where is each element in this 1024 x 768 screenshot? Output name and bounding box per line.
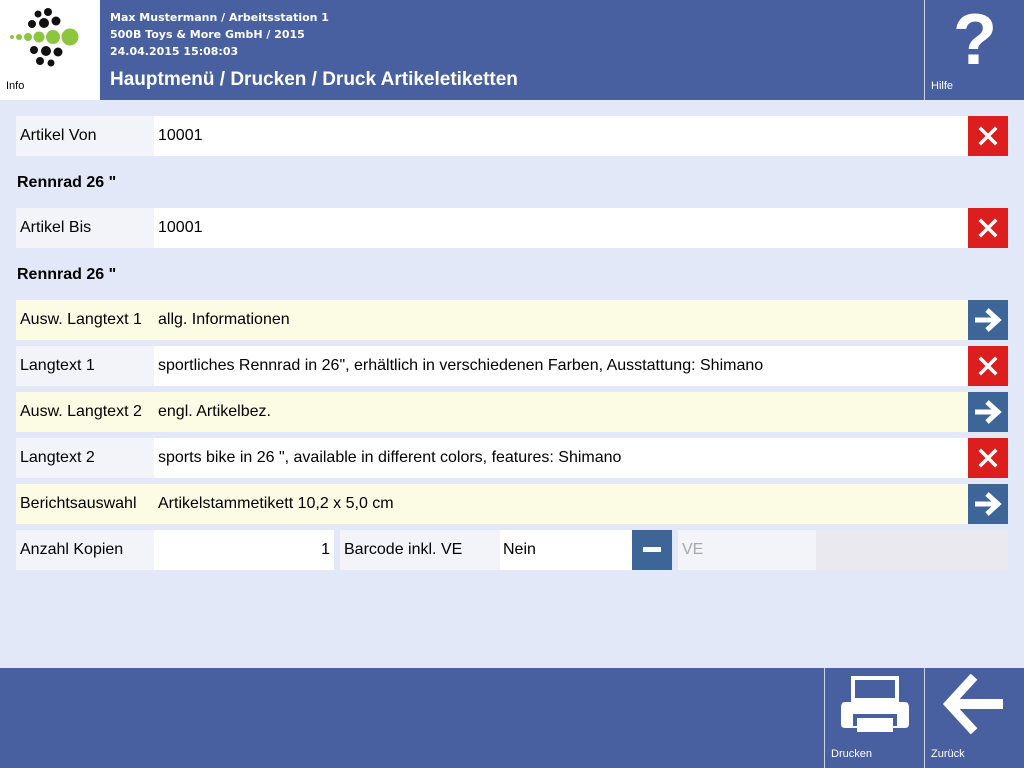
ausw-langtext-2-label: Ausw. Langtext 2 <box>16 392 154 432</box>
langtext-2-input[interactable]: sports bike in 26 ", available in differ… <box>154 438 968 478</box>
datetime-line: 24.04.2015 15:08:03 <box>110 45 239 58</box>
artikel-bis-description: Rennrad 26 " <box>17 266 117 283</box>
clear-langtext-2-button[interactable] <box>968 438 1008 478</box>
help-button[interactable]: ? Hilfe <box>924 0 1024 100</box>
barcode-toggle-button[interactable] <box>632 530 672 570</box>
ausw-langtext-1-field[interactable]: allg. Informationen <box>154 300 968 340</box>
footer-bar: Drucken Zurück <box>0 668 1024 768</box>
berichtsauswahl-label: Berichtsauswahl <box>16 484 154 524</box>
artikel-bis-label: Artikel Bis <box>16 208 154 248</box>
arrow-right-icon <box>975 400 1002 424</box>
clear-artikel-bis-button[interactable] <box>968 208 1008 248</box>
artikel-bis-input[interactable]: 10001 <box>154 208 968 248</box>
close-icon <box>978 448 998 468</box>
close-icon <box>978 356 998 376</box>
header-bar: Info Max Mustermann / Arbeitsstation 1 5… <box>0 0 1024 100</box>
ve-spacer <box>816 530 1008 570</box>
user-line: Max Mustermann / Arbeitsstation 1 <box>110 11 329 24</box>
question-mark-icon: ? <box>953 0 997 80</box>
info-label: Info <box>6 80 25 92</box>
breadcrumb: Hauptmenü / Drucken / Druck Artikeletike… <box>110 69 518 90</box>
langtext-2-label: Langtext 2 <box>16 438 154 478</box>
printer-icon <box>841 676 909 732</box>
close-icon <box>978 218 998 238</box>
ausw-langtext-1-label: Ausw. Langtext 1 <box>16 300 154 340</box>
select-langtext-2-button[interactable] <box>968 392 1008 432</box>
session-info: Max Mustermann / Arbeitsstation 1 500B T… <box>110 9 329 60</box>
arrow-right-icon <box>975 308 1002 332</box>
ve-field: VE <box>678 530 816 570</box>
company-logo-icon <box>10 8 79 67</box>
company-line: 500B Toys & More GmbH / 2015 <box>110 28 305 41</box>
print-button[interactable]: Drucken <box>824 668 924 768</box>
artikel-von-description: Rennrad 26 " <box>17 174 117 191</box>
artikel-von-label: Artikel Von <box>16 116 154 156</box>
langtext-1-input[interactable]: sportliches Rennrad in 26", erhältlich i… <box>154 346 968 386</box>
select-report-button[interactable] <box>968 484 1008 524</box>
clear-langtext-1-button[interactable] <box>968 346 1008 386</box>
arrow-right-icon <box>975 492 1002 516</box>
langtext-1-label: Langtext 1 <box>16 346 154 386</box>
info-button[interactable]: Info <box>0 0 100 100</box>
close-icon <box>978 126 998 146</box>
artikel-von-input[interactable]: 10001 <box>154 116 968 156</box>
back-label: Zurück <box>931 748 965 760</box>
anzahl-kopien-label: Anzahl Kopien <box>16 530 154 570</box>
berichtsauswahl-field[interactable]: Artikelstammetikett 10,2 x 5,0 cm <box>154 484 968 524</box>
back-button[interactable]: Zurück <box>924 668 1024 768</box>
barcode-label: Barcode inkl. VE <box>340 530 500 570</box>
select-langtext-1-button[interactable] <box>968 300 1008 340</box>
minus-icon <box>643 547 661 552</box>
anzahl-kopien-input[interactable]: 1 <box>154 530 334 570</box>
clear-artikel-von-button[interactable] <box>968 116 1008 156</box>
help-label: Hilfe <box>931 80 954 92</box>
ausw-langtext-2-field[interactable]: engl. Artikelbez. <box>154 392 968 432</box>
arrow-left-icon <box>942 674 1003 735</box>
barcode-value[interactable]: Nein <box>500 530 632 570</box>
print-label: Drucken <box>831 748 872 760</box>
